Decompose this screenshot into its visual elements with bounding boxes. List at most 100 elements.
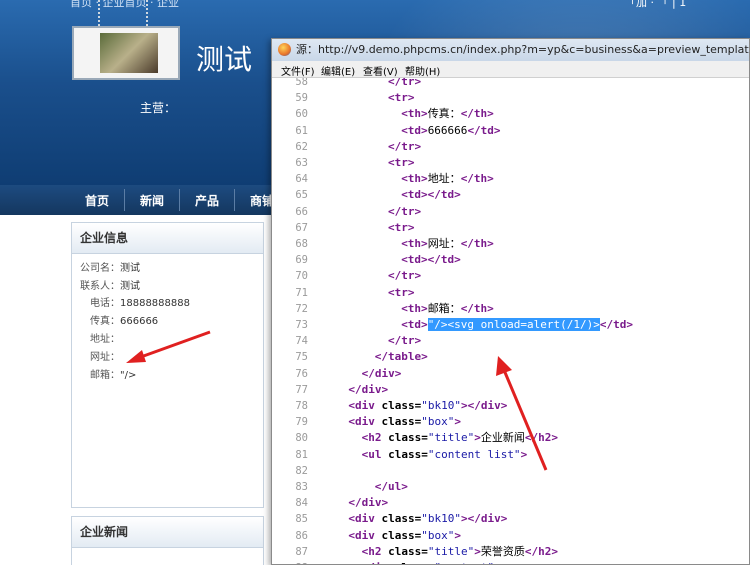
code-token-tag: <td> <box>401 318 428 331</box>
code-line: 84 </div> <box>272 495 749 511</box>
code-token-val: "box" <box>421 528 455 542</box>
code-line: 61 <td>666666</td> <box>272 123 749 139</box>
annotation-arrow-up <box>496 356 548 471</box>
code-line: 64 <th>地址：</th> <box>272 171 749 187</box>
code-line: 88 <div class="content"> <box>272 560 749 564</box>
nav-separator <box>179 189 180 211</box>
code-token-val: "title" <box>427 431 475 445</box>
code-text: <td></td> <box>401 187 461 203</box>
info-row-address: 地址： <box>90 334 120 345</box>
code-text: </tr> <box>388 333 421 349</box>
line-number: 60 <box>295 108 308 121</box>
code-token-tag: </tr> <box>388 139 422 153</box>
line-number: 74 <box>295 335 308 348</box>
code-token-tag: </div> <box>361 366 402 380</box>
code-token-tag: <div <box>348 415 382 429</box>
code-token-tag: </th> <box>460 172 494 186</box>
code-token-attr: class= <box>388 544 428 558</box>
menu-help[interactable]: 帮助(H) <box>405 63 440 78</box>
code-token-tag: > <box>454 415 462 429</box>
code-text: <h2 class="title">荣誉资质</h2> <box>362 544 558 560</box>
company-info-title: 企业信息 <box>72 223 263 254</box>
menu-file[interactable]: 文件(F) <box>281 63 315 78</box>
line-number: 87 <box>295 545 308 558</box>
line-number: 68 <box>295 238 308 250</box>
company-news-title: 企业新闻 <box>72 517 263 548</box>
line-number: 63 <box>295 157 308 169</box>
line-number: 88 <box>278 560 308 564</box>
code-text: </div> <box>348 495 388 511</box>
code-token-attr: class= <box>388 431 428 445</box>
nav-item-home[interactable]: 首页 <box>85 192 109 209</box>
code-line: 58 </tr> <box>272 78 749 90</box>
code-text: <td>"/><svg onload=alert(/1/)></td> <box>401 317 633 333</box>
top-links[interactable]: 首页 · 企业首页 · 企业 <box>70 0 179 10</box>
code-token-tag: <td></td> <box>401 188 461 202</box>
code-token-tag: </tr> <box>388 269 422 283</box>
code-text: <tr> <box>388 285 415 301</box>
line-number: 82 <box>295 464 308 477</box>
code-token-tag: <div <box>348 528 382 542</box>
code-text: <th>传真：</th> <box>401 106 494 122</box>
site-title: 测试 <box>196 43 253 76</box>
line-number: 69 <box>295 254 308 267</box>
code-token-tag: > <box>474 544 481 558</box>
code-line: 71 <tr> <box>272 285 749 301</box>
line-number: 78 <box>295 400 308 412</box>
code-line: 83 </ul> <box>272 479 749 495</box>
code-token-txt: 地址： <box>427 172 461 186</box>
line-number: 83 <box>295 481 308 493</box>
line-number: 61 <box>295 124 308 137</box>
code-token-tag: > <box>454 528 462 542</box>
code-text: </tr> <box>388 139 421 155</box>
code-token-tag: <th> <box>401 237 428 250</box>
info-row-email: 邮箱："/> <box>90 370 137 381</box>
source-code-view[interactable]: 58 </tr> 59 <tr> 60 <th>传真：</th> 61 <td>666666<… <box>272 78 749 564</box>
top-right-links[interactable]: 「加 · 「 | 1 <box>625 0 686 10</box>
line-number: 84 <box>295 497 308 510</box>
code-token-attr: class= <box>381 415 422 429</box>
code-token-tag: <td></td> <box>401 253 461 267</box>
code-token-tag: </th> <box>460 107 494 121</box>
window-title: 源：http://v9.demo.phpcms.cn/index.php?m=y… <box>296 43 749 56</box>
code-token-tag: <td> <box>401 123 428 137</box>
code-token-tag: <th> <box>401 301 428 315</box>
code-line: 70 </tr> <box>272 268 749 284</box>
code-token-tag: </td> <box>599 318 633 331</box>
line-number: 75 <box>295 351 308 364</box>
menu-edit[interactable]: 编辑(E) <box>321 63 355 78</box>
code-token-tag: </tr> <box>388 334 422 348</box>
code-line: 66 </tr> <box>272 204 749 220</box>
code-line: 87 <h2 class="title">荣誉资质</h2> <box>272 544 749 560</box>
code-token-tag: <tr> <box>388 156 415 169</box>
code-token-tag: </th> <box>460 237 494 250</box>
code-text: <th>网址：</th> <box>401 236 494 252</box>
code-text: <tr> <box>388 220 415 236</box>
code-text: </ul> <box>375 479 408 495</box>
nav-item-news[interactable]: 新闻 <box>140 192 164 209</box>
code-line: 67 <tr> <box>272 220 749 236</box>
code-line: 60 <th>传真：</th> <box>272 106 749 122</box>
line-number: 71 <box>295 286 308 299</box>
code-text: </div> <box>348 382 388 398</box>
code-token-tag: <th> <box>401 172 428 186</box>
line-number: 73 <box>295 319 308 331</box>
window-title-bar[interactable]: 源：http://v9.demo.phpcms.cn/index.php?m=y… <box>272 39 749 61</box>
code-token-tag: </tr> <box>388 204 422 218</box>
code-line: 85 <div class="bk10"></div> <box>272 511 749 527</box>
code-token-tag: <ul <box>361 447 389 461</box>
code-line: 65 <td></td> <box>272 187 749 203</box>
nav-item-products[interactable]: 产品 <box>195 192 219 209</box>
menu-view[interactable]: 查看(V) <box>363 63 398 78</box>
code-token-txt: 666666 <box>427 123 468 137</box>
code-token-tag: ></div> <box>461 512 508 526</box>
code-token-tag: <tr> <box>388 91 415 105</box>
nav-separator <box>124 189 125 211</box>
company-news-panel: 企业新闻 <box>71 516 264 565</box>
code-token-txt: 网址： <box>427 237 461 250</box>
xss-payload-highlight: "/><svg onload=alert(/1/)> <box>427 318 600 331</box>
code-line: 68 <th>网址：</th> <box>272 236 749 252</box>
code-text: <div class="content"> <box>362 560 501 564</box>
line-number: 72 <box>295 302 308 315</box>
firefox-icon <box>278 43 291 56</box>
